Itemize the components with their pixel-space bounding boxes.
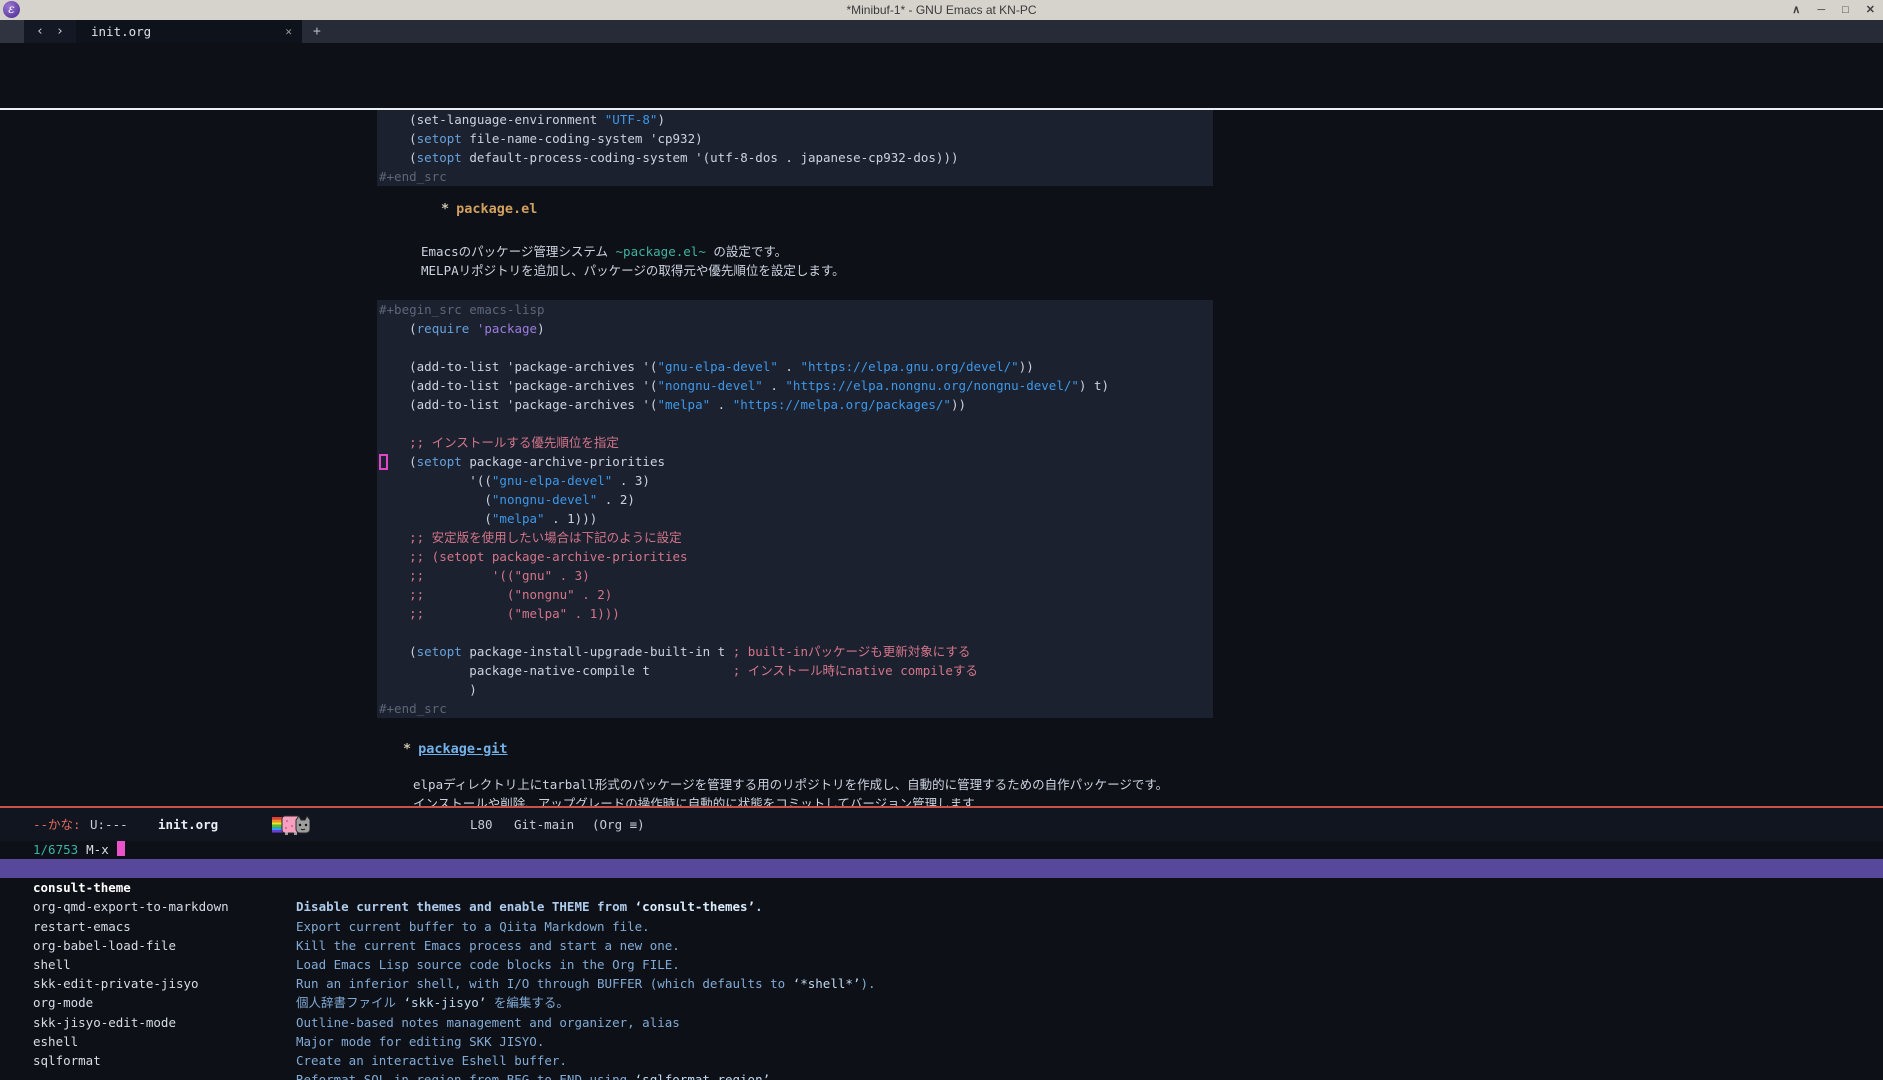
emacs-logo-icon: ε (3, 1, 20, 18)
buffer-cursor (379, 454, 388, 470)
minibuffer[interactable]: 1/6753 M-x consult-theme Disable current … (0, 841, 1883, 1080)
completion-candidate[interactable]: skk-edit-private-jisyo 個人辞書ファイル ‘skk-jis… (0, 955, 1883, 1010)
new-tab-button[interactable]: + (313, 20, 321, 43)
upper-buffer-window[interactable] (0, 43, 1883, 108)
org-paragraph-package-git: elpaディレクトリ上にtarball形式のパッケージを管理する用のリポジトリを… (413, 777, 1169, 806)
major-mode-indicator[interactable]: (Org ≡) (592, 808, 645, 841)
completion-candidate[interactable]: eshell Create an interactive Eshell buff… (0, 1013, 1883, 1068)
heading-star: * (441, 201, 450, 217)
org-heading-package-git: * package-git (403, 740, 1213, 759)
completion-candidate[interactable]: sqlformat Reformat SQL in region from BE… (0, 1032, 1883, 1080)
completion-candidate[interactable]: org-qmd-export-to-markdown Export curren… (0, 878, 1883, 933)
tab-label: init.org (91, 24, 152, 39)
minibuffer-prompt: M-x (86, 842, 109, 857)
org-heading-package-el: * package.el (441, 201, 538, 217)
window-title: *Minibuf-1* - GNU Emacs at KN-PC (846, 3, 1037, 17)
completion-candidate[interactable]: org-babel-load-file Load Emacs Lisp sour… (0, 917, 1883, 972)
tab-close-icon[interactable]: ✕ (285, 25, 292, 38)
title-bar: ε *Minibuf-1* - GNU Emacs at KN-PC ∧ ─ □… (0, 0, 1883, 20)
org-buffer-content: (set-language-environment "UTF-8") (seto… (377, 110, 1213, 806)
package-git-link[interactable]: package-git (418, 741, 507, 757)
command-description: Create an interactive Eshell buffer. (296, 1052, 567, 1068)
emacs-frame: ε *Minibuf-1* - GNU Emacs at KN-PC ∧ ─ □… (0, 0, 1883, 1080)
src-block-package: #+begin_src emacs-lisp (require 'package… (377, 300, 1213, 718)
maximize-icon[interactable]: □ (1842, 0, 1849, 20)
src-block-coding-system: (set-language-environment "UTF-8") (seto… (377, 110, 1213, 186)
buffer-state-indicator: U:--- (90, 817, 128, 832)
line-number-indicator: L80 (470, 817, 493, 832)
completion-list: consult-theme Disable current themes and… (0, 859, 1883, 1080)
mode-line[interactable]: --かな: U:--- init.org L80 Git-main (Org ≡… (0, 808, 1883, 841)
completion-candidate[interactable]: org-mode Outline-based notes management … (0, 974, 1883, 1029)
chevron-right-icon[interactable]: › (56, 20, 64, 43)
chevron-left-icon[interactable]: ‹ (36, 20, 44, 43)
close-icon[interactable]: ✕ (1866, 0, 1875, 20)
candidate-count: 1/6753 (33, 842, 79, 857)
minimize-icon[interactable]: ─ (1817, 0, 1825, 20)
org-paragraph-package-el: Emacsのパッケージ管理システム ~package.el~ の設定です。 MEL… (421, 244, 845, 278)
tab-bar-corner (0, 20, 24, 43)
completion-candidate[interactable]: skk-jisyo-edit-mode Major mode for editi… (0, 993, 1883, 1049)
nyan-cat-icon (272, 815, 310, 835)
rollup-icon[interactable]: ∧ (1792, 0, 1800, 20)
completion-candidate[interactable]: restart-emacs Kill the current Emacs pro… (0, 897, 1883, 953)
completion-candidate[interactable]: shell Run an inferior shell, with I/O th… (0, 936, 1883, 991)
tab-bar: ‹ › init.org ✕ + (0, 20, 1883, 43)
command-name: sqlformat (33, 1052, 101, 1068)
tab-history-nav: ‹ › (24, 20, 76, 43)
heading-star: * (403, 741, 412, 757)
input-method-indicator[interactable]: --かな: (33, 808, 81, 841)
minibuffer-prompt-line[interactable]: 1/6753 M-x (0, 841, 1883, 859)
window-controls: ∧ ─ □ ✕ (1792, 0, 1875, 20)
completion-candidate[interactable]: consult-theme Disable current themes and… (0, 859, 1883, 914)
text-cursor (116, 841, 125, 856)
command-description: Reformat SQL in region from BEG to END u… (296, 1072, 778, 1080)
git-branch-indicator[interactable]: Git-main (514, 808, 574, 841)
tab-init-org[interactable]: init.org ✕ (76, 20, 302, 43)
buffer-window[interactable]: (set-language-environment "UTF-8") (seto… (0, 110, 1883, 806)
buffer-name[interactable]: init.org (158, 808, 218, 841)
